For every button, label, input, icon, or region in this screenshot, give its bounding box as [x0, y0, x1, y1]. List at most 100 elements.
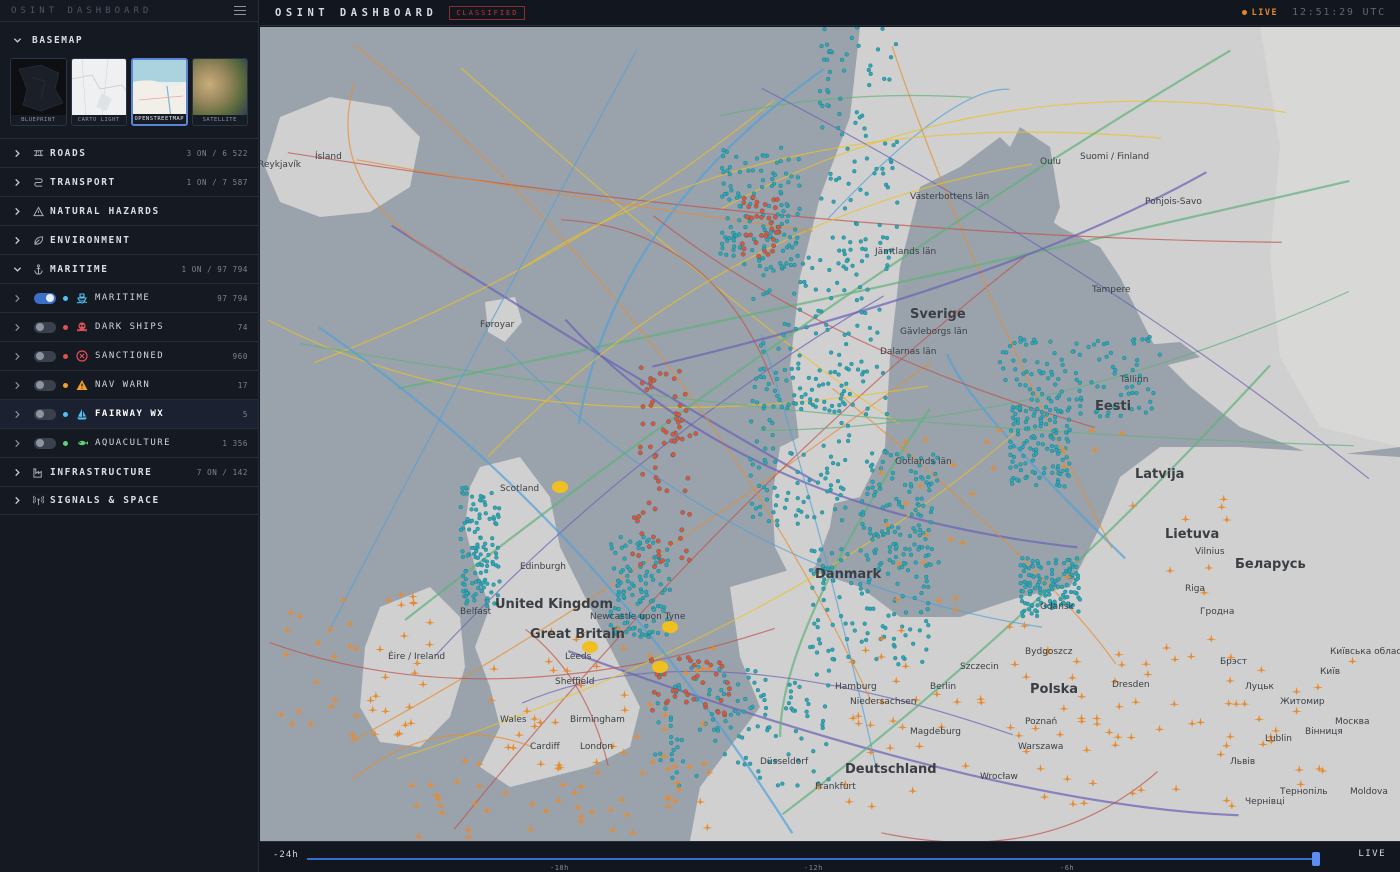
vessel-marker[interactable]	[477, 512, 482, 517]
vessel-marker[interactable]	[849, 361, 854, 367]
aircraft-marker[interactable]	[645, 651, 656, 660]
vessel-marker[interactable]	[920, 659, 925, 664]
vessel-marker[interactable]	[669, 752, 674, 757]
layer-toggle[interactable]	[34, 321, 56, 333]
vessel-marker[interactable]	[865, 589, 870, 594]
sanctioned-vessel-marker[interactable]	[657, 371, 663, 376]
vessel-marker[interactable]	[721, 691, 727, 697]
vessel-marker[interactable]	[858, 548, 863, 553]
vessel-marker[interactable]	[758, 504, 763, 509]
aircraft-marker[interactable]	[345, 619, 356, 628]
vessel-marker[interactable]	[724, 149, 729, 154]
vessel-marker[interactable]	[1064, 455, 1069, 460]
sanctioned-vessel-marker[interactable]	[652, 465, 658, 471]
vessel-marker[interactable]	[854, 110, 859, 115]
vessel-marker[interactable]	[818, 472, 824, 477]
vessel-marker[interactable]	[1027, 387, 1032, 392]
vessel-marker[interactable]	[788, 346, 793, 351]
vessel-marker[interactable]	[877, 307, 882, 312]
aircraft-marker[interactable]	[313, 638, 324, 647]
sanctioned-vessel-marker[interactable]	[744, 214, 750, 220]
vessel-marker[interactable]	[1048, 435, 1054, 440]
vessel-marker[interactable]	[1048, 339, 1053, 344]
vessel-marker[interactable]	[1053, 382, 1058, 387]
vessel-marker[interactable]	[853, 120, 858, 125]
vessel-marker[interactable]	[804, 709, 809, 714]
vessel-marker[interactable]	[1046, 560, 1051, 566]
vessel-marker[interactable]	[844, 381, 849, 386]
vessel-marker[interactable]	[813, 376, 818, 382]
vessel-marker[interactable]	[458, 536, 463, 542]
category-maritime[interactable]: MARITIME 1 ON / 97 794	[0, 254, 258, 283]
vessel-marker[interactable]	[1077, 352, 1082, 357]
vessel-marker[interactable]	[464, 591, 469, 596]
aircraft-marker[interactable]	[276, 710, 287, 719]
vessel-marker[interactable]	[862, 126, 867, 131]
vessel-marker[interactable]	[816, 383, 822, 388]
vessel-marker[interactable]	[859, 359, 864, 364]
vessel-marker[interactable]	[878, 240, 883, 245]
vessel-marker[interactable]	[822, 27, 827, 32]
vessel-marker[interactable]	[670, 775, 675, 780]
vessel-marker[interactable]	[909, 512, 915, 517]
vessel-marker[interactable]	[721, 181, 726, 186]
vessel-marker[interactable]	[1073, 371, 1078, 376]
sanctioned-vessel-marker[interactable]	[674, 416, 679, 422]
vessel-marker[interactable]	[1042, 589, 1047, 594]
vessel-marker[interactable]	[903, 546, 908, 552]
vessel-marker[interactable]	[485, 599, 490, 604]
vessel-marker[interactable]	[770, 420, 775, 426]
vessel-marker[interactable]	[478, 493, 483, 499]
vessel-marker[interactable]	[836, 261, 841, 266]
vessel-marker[interactable]	[713, 738, 718, 743]
vessel-marker[interactable]	[481, 545, 486, 550]
sanctioned-vessel-marker[interactable]	[765, 251, 771, 257]
aircraft-marker[interactable]	[572, 802, 583, 811]
vessel-marker[interactable]	[841, 487, 846, 492]
vessel-marker[interactable]	[839, 518, 845, 523]
vessel-marker[interactable]	[1031, 413, 1036, 418]
vessel-marker[interactable]	[618, 580, 623, 585]
vessel-marker[interactable]	[1067, 427, 1072, 433]
vessel-marker[interactable]	[492, 505, 498, 510]
vessel-marker[interactable]	[795, 212, 800, 217]
vessel-marker[interactable]	[843, 457, 848, 463]
vessel-marker[interactable]	[860, 246, 865, 251]
sanctioned-vessel-marker[interactable]	[702, 702, 708, 707]
vessel-marker[interactable]	[846, 181, 851, 186]
vessel-marker[interactable]	[484, 559, 490, 564]
vessel-marker[interactable]	[929, 506, 934, 511]
sanctioned-vessel-marker[interactable]	[682, 488, 688, 494]
vessel-marker[interactable]	[936, 560, 941, 565]
vessel-marker[interactable]	[1021, 569, 1027, 574]
vessel-marker[interactable]	[887, 77, 892, 82]
sanctioned-vessel-marker[interactable]	[762, 202, 768, 207]
vessel-marker[interactable]	[917, 527, 923, 533]
vessel-marker[interactable]	[748, 473, 753, 478]
vessel-marker[interactable]	[924, 579, 929, 584]
vessel-marker[interactable]	[863, 310, 868, 316]
vessel-marker[interactable]	[786, 752, 791, 757]
vessel-marker[interactable]	[728, 225, 733, 230]
vessel-marker[interactable]	[880, 459, 885, 464]
category-roads[interactable]: ROADS 3 ON / 6 522	[0, 138, 258, 167]
vessel-marker[interactable]	[644, 593, 649, 598]
vessel-marker[interactable]	[497, 579, 502, 584]
vessel-marker[interactable]	[720, 246, 725, 251]
vessel-marker[interactable]	[1015, 428, 1021, 433]
vessel-marker[interactable]	[880, 27, 885, 31]
vessel-marker[interactable]	[1077, 388, 1082, 393]
sanctioned-vessel-marker[interactable]	[691, 696, 697, 702]
layer-maritime[interactable]: MARITIME 97 794	[0, 283, 258, 312]
aircraft-marker[interactable]	[329, 651, 340, 660]
sanctioned-vessel-marker[interactable]	[772, 214, 778, 220]
vessel-marker[interactable]	[1067, 397, 1072, 402]
vessel-marker[interactable]	[728, 184, 733, 189]
vessel-marker[interactable]	[651, 577, 656, 582]
vessel-marker[interactable]	[786, 180, 791, 185]
vessel-marker[interactable]	[748, 761, 753, 766]
vessel-marker[interactable]	[1068, 589, 1074, 595]
vessel-marker[interactable]	[1030, 558, 1035, 564]
vessel-marker[interactable]	[894, 139, 900, 145]
vessel-marker[interactable]	[825, 57, 830, 62]
